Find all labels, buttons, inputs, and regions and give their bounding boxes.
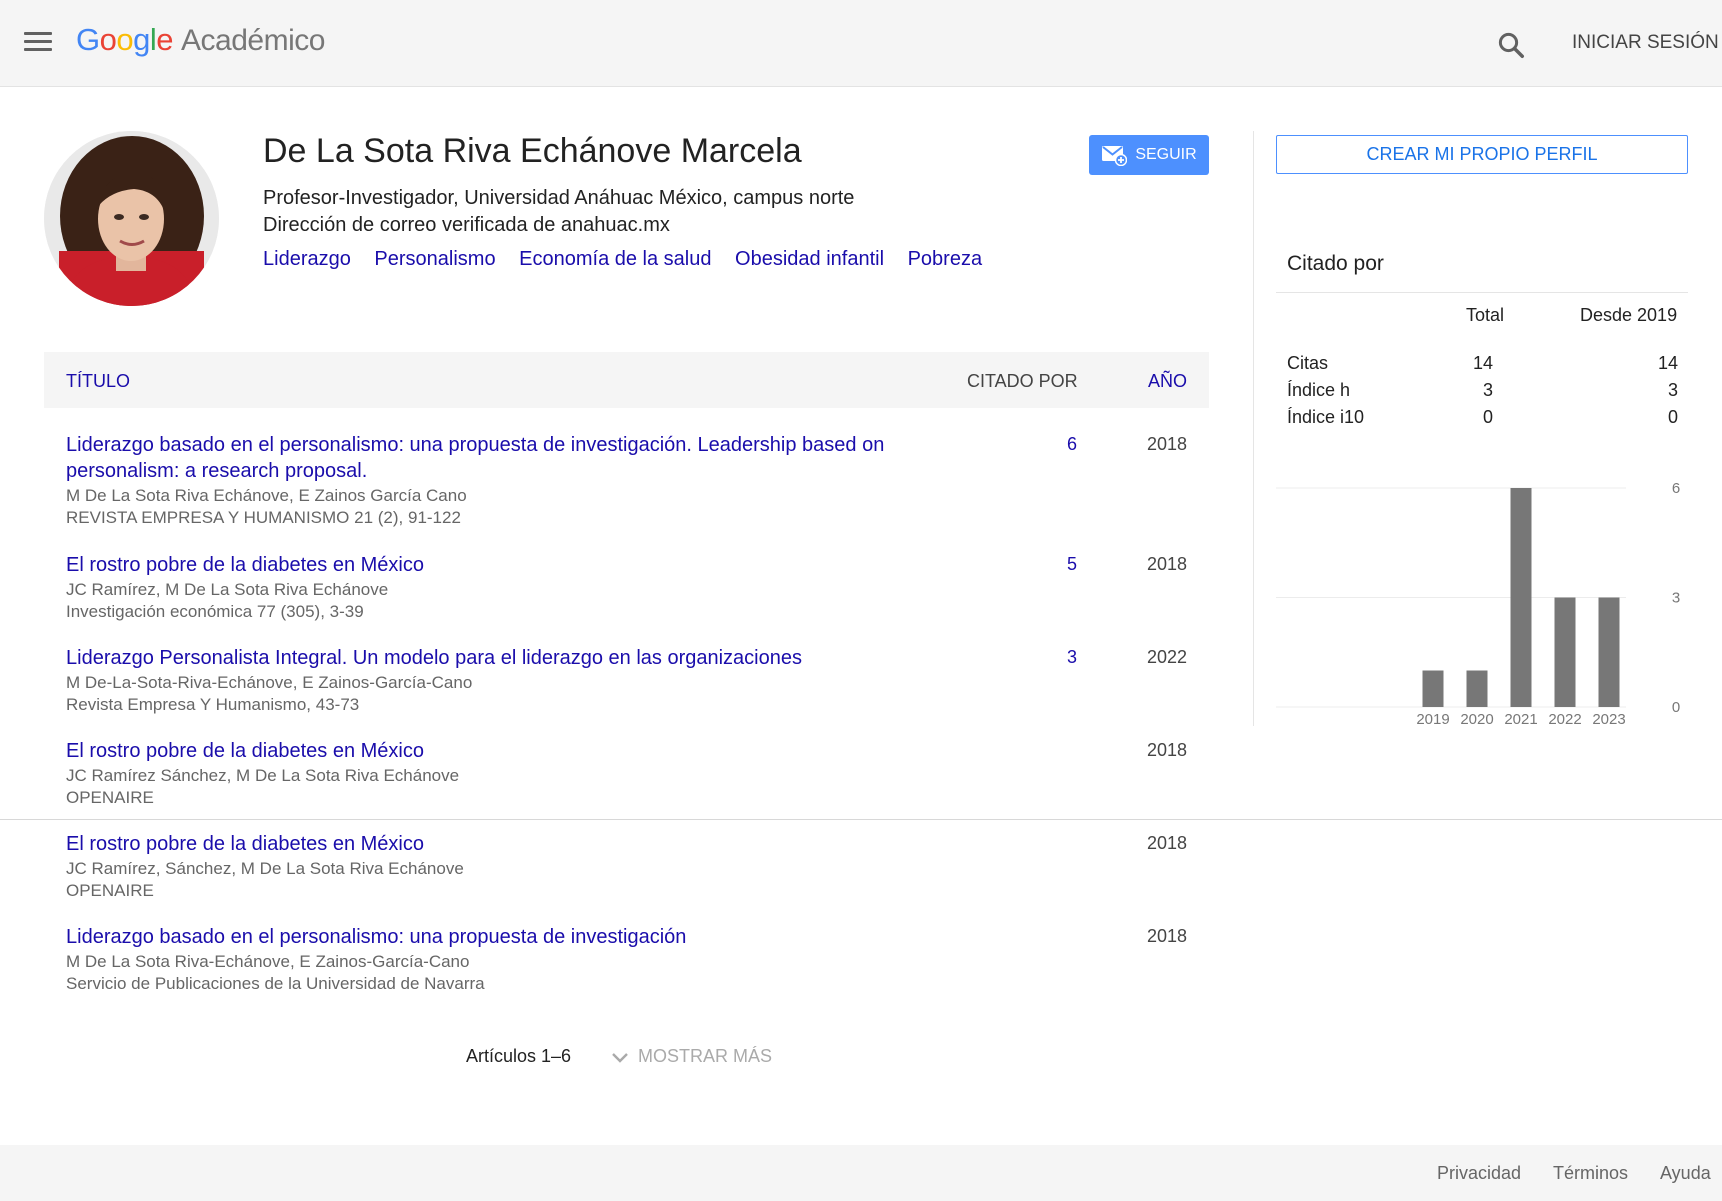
profile-name: De La Sota Riva Echánove Marcela (263, 132, 802, 170)
stat-since: 3 (1667, 380, 1678, 400)
table-row: El rostro pobre de la diabetes en México… (44, 552, 1209, 632)
logo-letter: o (99, 22, 117, 57)
hamburger-menu-icon[interactable] (24, 32, 52, 54)
article-venue: OPENAIRE (66, 788, 154, 807)
interest-link[interactable]: Liderazgo (263, 248, 351, 270)
show-more-label: MOSTRAR MÁS (638, 1046, 773, 1066)
follow-label: SEGUIR (1135, 146, 1197, 163)
cited-count-link[interactable]: 5 (1067, 554, 1077, 575)
horizontal-divider (0, 819, 1722, 820)
cited-by-column-header: CITADO POR (967, 371, 1078, 391)
follow-button[interactable]: SEGUIR (1089, 135, 1209, 175)
article-authors: M De La Sota Riva-Echánove, E Zainos-Gar… (66, 952, 470, 971)
article-venue: OPENAIRE (66, 881, 154, 900)
cited-by-heading: Citado por (1287, 252, 1384, 275)
stat-total: 14 (1472, 353, 1493, 373)
avatar (44, 131, 219, 306)
x-tick-label: 2022 (1548, 711, 1581, 728)
logo-letter: o (116, 22, 134, 57)
article-authors: M De La Sota Riva Echánove, E Zainos Gar… (66, 486, 467, 505)
citations-bar-chart: 0 3 6 2019 2020 2021 2022 2023 (1276, 480, 1680, 728)
article-year: 2018 (1147, 434, 1188, 454)
stat-total: 3 (1482, 380, 1493, 400)
privacy-link[interactable]: Privacidad (1437, 1163, 1521, 1184)
logo-letter: e (156, 22, 174, 57)
article-title-link[interactable]: Liderazgo basado en el personalismo: una… (66, 432, 986, 484)
stat-since: 0 (1667, 407, 1678, 427)
show-more-button[interactable]: MOSTRAR MÁS (610, 1046, 772, 1067)
interest-link[interactable]: Obesidad infantil (735, 248, 884, 270)
since-column-header: Desde 2019 (1580, 305, 1678, 325)
stat-since: 14 (1657, 353, 1678, 373)
chart-bar[interactable] (1510, 488, 1532, 707)
interest-link[interactable]: Pobreza (908, 248, 983, 270)
chart-bar[interactable] (1598, 597, 1620, 708)
column-divider (1253, 131, 1254, 726)
search-icon[interactable] (1496, 30, 1526, 60)
article-title-link[interactable]: Liderazgo Personalista Integral. Un mode… (66, 645, 986, 671)
chart-bar[interactable] (1422, 670, 1444, 708)
article-venue: Servicio de Publicaciones de la Universi… (66, 974, 485, 993)
stat-label[interactable]: Índice i10 (1287, 407, 1364, 428)
footer: Privacidad Términos Ayuda (0, 1145, 1722, 1201)
interest-link[interactable]: Personalismo (374, 248, 495, 270)
mail-follow-icon (1102, 146, 1128, 166)
top-bar: Google Académico INICIAR SESIÓN (0, 0, 1722, 87)
y-tick-label: 3 (1672, 590, 1680, 607)
article-title-link[interactable]: El rostro pobre de la diabetes en México (66, 831, 986, 857)
x-tick-label: 2020 (1460, 711, 1493, 728)
logo-letter: G (76, 22, 100, 57)
total-column-header: Total (1466, 305, 1505, 325)
stat-label[interactable]: Índice h (1287, 380, 1350, 401)
cited-count-link[interactable]: 6 (1067, 434, 1077, 455)
article-title-link[interactable]: El rostro pobre de la diabetes en México (66, 552, 986, 578)
table-row: Liderazgo basado en el personalismo: una… (44, 432, 1209, 532)
cited-count-link[interactable]: 3 (1067, 647, 1077, 668)
profile-email-verification: Dirección de correo verificada de anahua… (263, 214, 670, 236)
title-column-header[interactable]: TÍTULO (66, 371, 130, 392)
articles-count: Artículos 1–6 (466, 1046, 572, 1066)
chart-bar[interactable] (1466, 670, 1488, 708)
article-title-link[interactable]: El rostro pobre de la diabetes en México (66, 738, 986, 764)
table-row: Liderazgo basado en el personalismo: una… (44, 924, 1209, 1004)
article-venue: REVISTA EMPRESA Y HUMANISMO 21 (2), 91-1… (66, 508, 461, 527)
logo-letter: g (133, 22, 150, 57)
terms-link[interactable]: Términos (1553, 1163, 1628, 1184)
chevron-down-icon (612, 1052, 628, 1063)
table-row: Liderazgo Personalista Integral. Un mode… (44, 645, 1209, 725)
product-name: Académico (181, 24, 325, 57)
article-year: 2022 (1147, 647, 1188, 667)
research-interests: Liderazgo Personalismo Economía de la sa… (263, 248, 1000, 271)
stat-total: 0 (1482, 407, 1493, 427)
article-venue: Revista Empresa Y Humanismo, 43-73 (66, 695, 360, 714)
year-column-header[interactable]: AÑO (1148, 371, 1187, 392)
article-year: 2018 (1147, 554, 1188, 574)
x-tick-label: 2019 (1416, 711, 1449, 728)
sign-in-button[interactable]: INICIAR SESIÓN (1572, 32, 1719, 54)
article-authors: JC Ramírez, M De La Sota Riva Echánove (66, 580, 389, 599)
x-tick-label: 2021 (1504, 711, 1537, 728)
chart-bar[interactable] (1554, 597, 1576, 708)
y-tick-label: 6 (1672, 480, 1680, 497)
logo[interactable]: Google Académico (76, 22, 325, 58)
articles-table-header: TÍTULO CITADO POR AÑO (44, 352, 1209, 408)
article-year: 2018 (1147, 926, 1188, 946)
article-venue: Investigación económica 77 (305), 3-39 (66, 602, 364, 621)
article-title-link[interactable]: Liderazgo basado en el personalismo: una… (66, 924, 986, 950)
profile-affiliation: Profesor-Investigador, Universidad Anáhu… (263, 187, 855, 209)
table-row: El rostro pobre de la diabetes en México… (44, 738, 1209, 818)
article-authors: M De-La-Sota-Riva-Echánove, E Zainos-Gar… (66, 673, 473, 692)
article-year: 2018 (1147, 740, 1188, 760)
interest-link[interactable]: Economía de la salud (519, 248, 711, 270)
create-profile-button[interactable]: CREAR MI PROPIO PERFIL (1276, 135, 1688, 174)
article-authors: JC Ramírez, Sánchez, M De La Sota Riva E… (66, 859, 464, 878)
x-tick-label: 2023 (1592, 711, 1625, 728)
article-year: 2018 (1147, 833, 1188, 853)
stat-label[interactable]: Citas (1287, 353, 1328, 374)
table-row: El rostro pobre de la diabetes en México… (44, 831, 1209, 911)
help-link[interactable]: Ayuda (1660, 1163, 1711, 1184)
article-authors: JC Ramírez Sánchez, M De La Sota Riva Ec… (66, 766, 460, 785)
y-tick-label: 0 (1672, 699, 1680, 716)
cited-by-divider (1276, 292, 1688, 293)
